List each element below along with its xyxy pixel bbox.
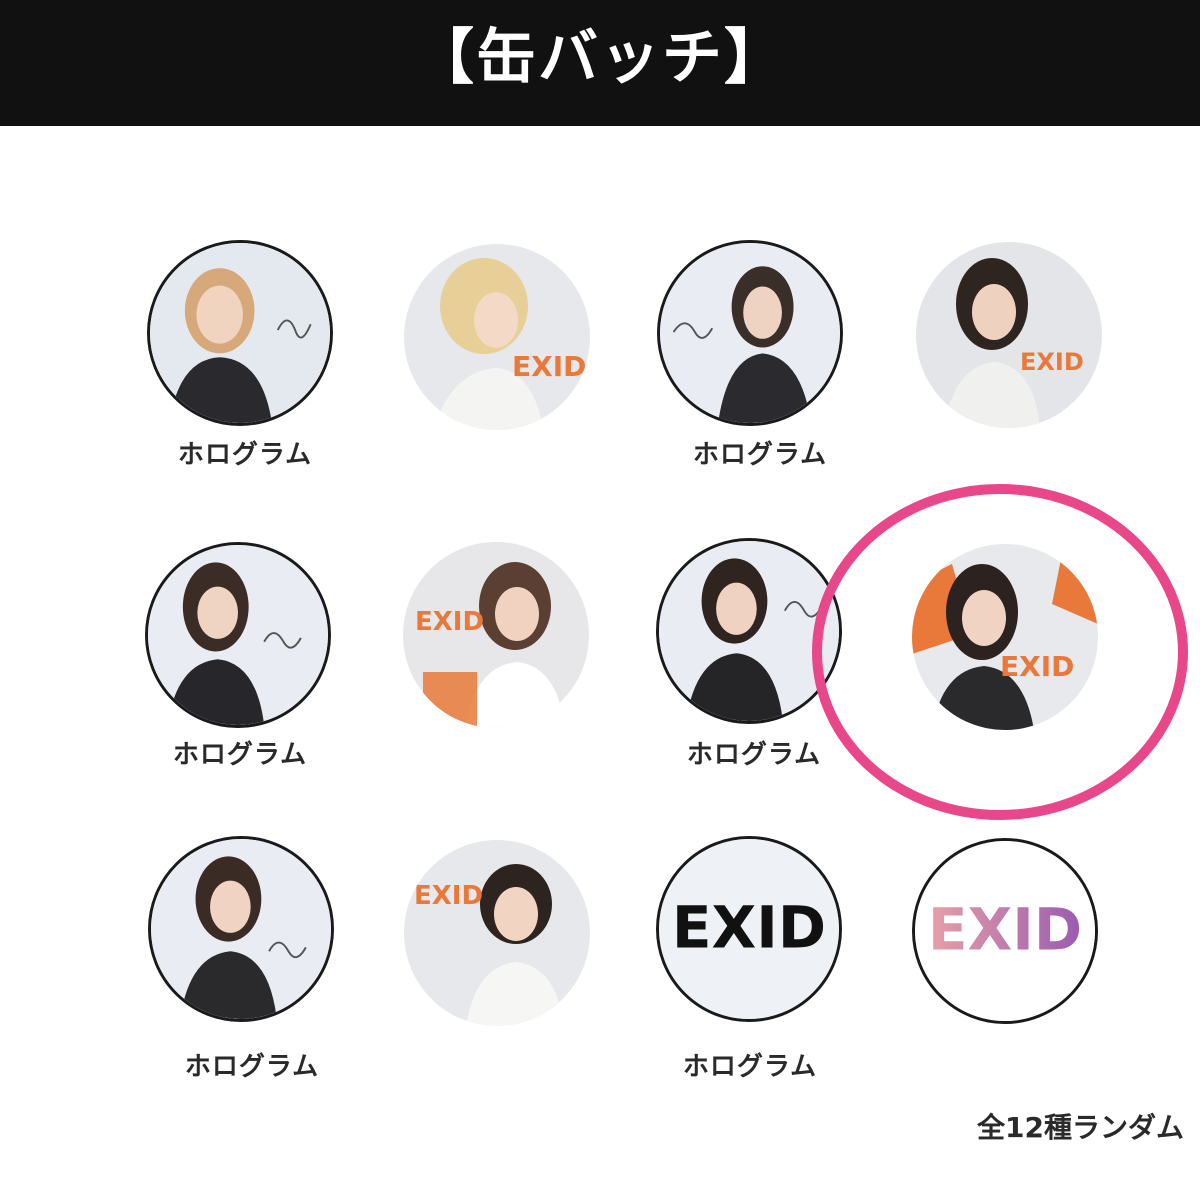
portrait-image: [151, 839, 331, 1019]
exid-logo-text: EXID: [928, 895, 1082, 963]
portrait-image: EXID: [404, 840, 590, 1026]
badge-photo-5[interactable]: [145, 542, 331, 728]
random-note: 全12種ランダム: [977, 1111, 1184, 1144]
highlight-circle: [812, 484, 1188, 820]
exid-logo-mark: EXID: [512, 350, 586, 383]
portrait-image: [148, 545, 328, 725]
portrait-image: [659, 541, 839, 721]
exid-logo-gradient: EXID: [915, 841, 1095, 1021]
portrait-image: EXID: [916, 242, 1102, 428]
badge-photo-3[interactable]: [657, 240, 843, 426]
badge-logo-gradient[interactable]: EXID: [912, 838, 1098, 1024]
badge-caption-hologram: ホログラム: [172, 740, 308, 770]
badge-photo-6[interactable]: EXID: [403, 542, 589, 728]
page-title: 【缶バッチ】: [414, 23, 786, 93]
exid-logo-text: EXID: [672, 893, 826, 961]
portrait-image: [150, 243, 330, 423]
badge-caption-hologram: ホログラム: [682, 1052, 818, 1082]
portrait-image: EXID: [403, 542, 589, 728]
exid-logo-black: EXID: [659, 839, 839, 1019]
exid-logo-mark: EXID: [1020, 348, 1084, 376]
badge-caption-hologram: ホログラム: [686, 740, 822, 770]
badge-caption-hologram: ホログラム: [177, 440, 313, 470]
badge-photo-4[interactable]: EXID: [916, 242, 1102, 428]
badge-photo-2[interactable]: EXID: [404, 244, 590, 430]
portrait-image: EXID: [404, 244, 590, 430]
portrait-image: [660, 243, 840, 423]
exid-logo-mark: EXID: [414, 881, 483, 911]
badge-photo-1[interactable]: [147, 240, 333, 426]
exid-logo-mark: EXID: [415, 607, 484, 637]
badge-photo-10[interactable]: EXID: [404, 840, 590, 1026]
badge-caption-hologram: ホログラム: [692, 440, 828, 470]
badge-photo-9[interactable]: [148, 836, 334, 1022]
badge-logo-black[interactable]: EXID: [656, 836, 842, 1022]
badge-caption-hologram: ホログラム: [184, 1052, 320, 1082]
